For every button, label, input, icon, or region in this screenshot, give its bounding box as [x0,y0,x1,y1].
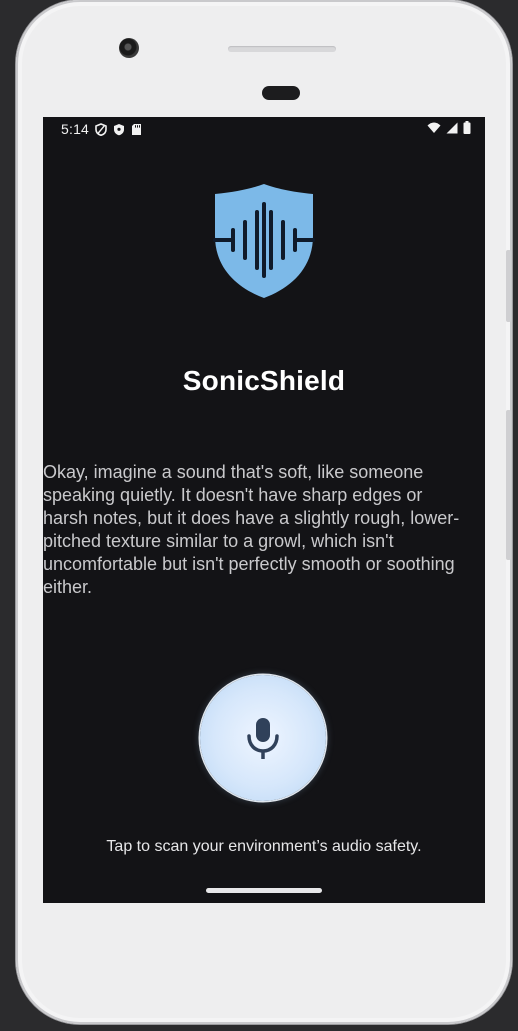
status-bar: 5:14 [43,117,485,141]
microphone-icon [247,718,279,759]
cell-signal-icon [446,122,458,133]
home-indicator[interactable] [206,888,322,893]
scan-hint-text: Tap to scan your environment’s audio saf… [106,838,422,855]
status-time: 5:14 [61,121,90,137]
wifi-icon [427,122,441,133]
app-title: SonicShield [182,365,346,396]
volume-button[interactable] [506,410,511,560]
sound-description: Okay, imagine a sound that's soft, like … [43,462,460,597]
sound-shield-logo [213,184,315,298]
status-left: 5:14 [61,121,142,137]
shield-filled-icon [114,123,125,135]
top-speaker-grille [228,46,336,52]
earpiece [262,86,300,100]
battery-icon [463,121,471,134]
status-right [427,121,471,134]
phone-screen: 5:14 SonicShield Okay, imagine a sound t… [43,117,485,903]
shield-outline-icon [95,122,107,136]
front-camera [119,38,139,58]
device-stage: 5:14 SonicShield Okay, imagine a sound t… [0,0,518,1031]
scan-mic-button[interactable] [200,675,326,801]
power-button[interactable] [506,250,511,322]
sd-card-icon [132,123,142,135]
